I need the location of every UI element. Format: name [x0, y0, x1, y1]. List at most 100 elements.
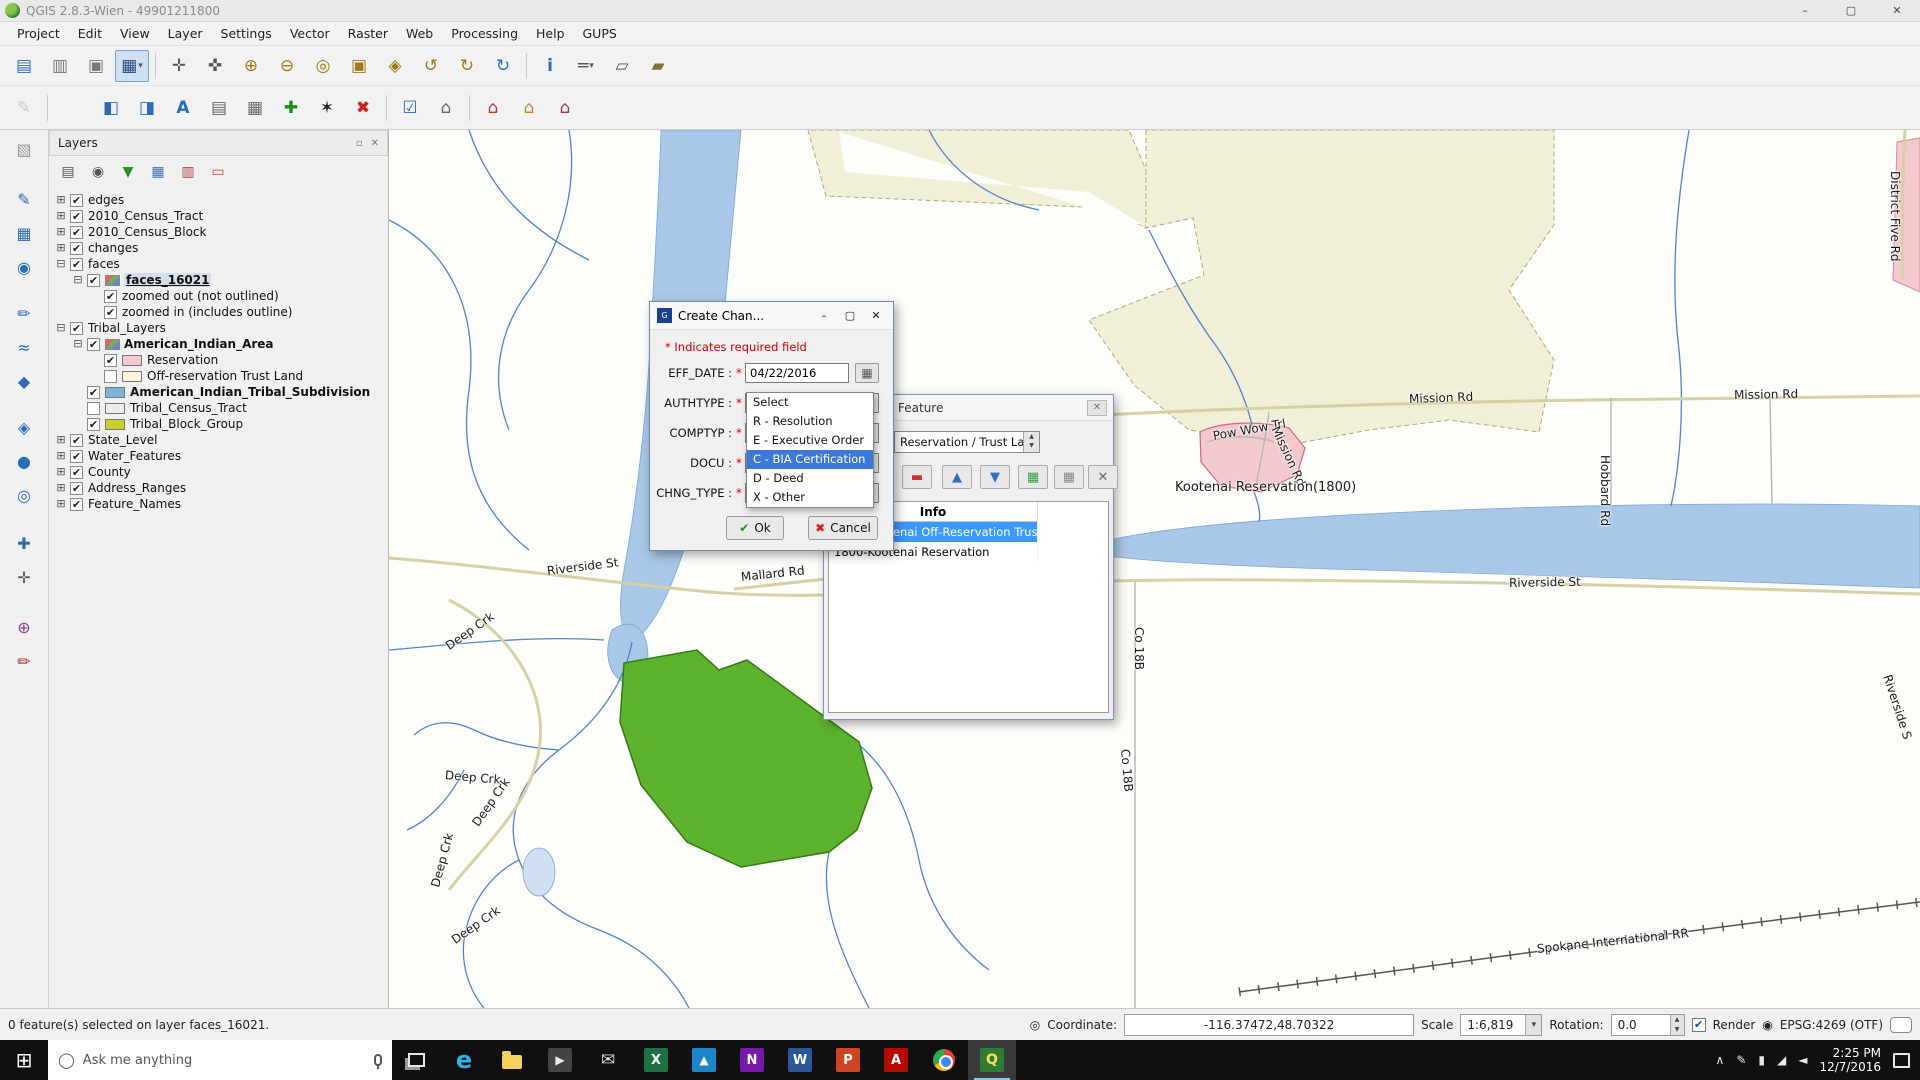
expander-icon[interactable]: ⊞	[55, 466, 67, 478]
layer-checkbox[interactable]: ✔	[70, 210, 83, 223]
qgis-icon[interactable]: Q	[968, 1040, 1016, 1080]
menu-vector[interactable]: Vector	[281, 22, 339, 46]
add-ring-icon[interactable]: ●	[7, 446, 41, 476]
scale-dropdown-icon[interactable]: ▾	[1525, 1015, 1541, 1035]
offset-curve-icon[interactable]: ◆	[7, 366, 41, 396]
volume-icon[interactable]: ◄	[1798, 1053, 1807, 1067]
dialog-close-button[interactable]: ✕	[863, 309, 889, 322]
layer-item-changes[interactable]: ⊞✔changes	[49, 240, 389, 256]
epsg-icon[interactable]: ◉	[1762, 1018, 1772, 1032]
menu-web[interactable]: Web	[397, 22, 442, 46]
layer-checkbox[interactable]: ✔	[87, 338, 100, 351]
expander-icon[interactable]: ⊞	[55, 450, 67, 462]
scale-combo[interactable]: 1:6,819 ▾	[1460, 1014, 1542, 1036]
dropdown-option-r-resolution[interactable]: R - Resolution	[747, 412, 873, 431]
layer-checkbox[interactable]: ✔	[70, 466, 83, 479]
pen-icon[interactable]: ✎	[1736, 1053, 1746, 1067]
reshape-feature-icon[interactable]: ≈	[7, 332, 41, 362]
rotation-down-icon[interactable]: ▼	[1670, 1025, 1684, 1035]
layer-item-zoomed-out-not-outlined[interactable]: ✔zoomed out (not outlined)	[49, 288, 389, 304]
close-button[interactable]: ✕	[1874, 0, 1920, 22]
zoom-to-selection-icon[interactable]: ◈	[378, 50, 412, 82]
filter-legend-icon[interactable]: ▼	[115, 160, 141, 184]
expander-icon[interactable]: ⊞	[55, 226, 67, 238]
composer-manager-icon[interactable]: ▣	[79, 50, 113, 82]
chrome-icon[interactable]	[920, 1040, 968, 1080]
coordinate-input[interactable]: -116.37472,48.70322	[1124, 1014, 1414, 1036]
layer-item-tribal-block-group[interactable]: ✔Tribal_Block_Group	[49, 416, 389, 432]
menu-layer[interactable]: Layer	[159, 22, 212, 46]
snapping-icon[interactable]: ⊕	[7, 612, 41, 642]
add-group-icon[interactable]: ▤	[55, 160, 81, 184]
expander-icon[interactable]: ⊞	[55, 434, 67, 446]
dropdown-option-x-other[interactable]: X - Other	[747, 488, 873, 507]
feature-combo-spinner[interactable]: ▲▼	[1023, 432, 1039, 452]
refresh-icon[interactable]: ↻	[486, 50, 520, 82]
save-project-icon[interactable]: ▤	[7, 50, 41, 82]
paste-icon[interactable]: ▰	[641, 50, 675, 82]
file-explorer-icon[interactable]	[488, 1040, 536, 1080]
red-rectangle-tool-icon[interactable]: ▬	[902, 465, 932, 489]
dialog-maximize-button[interactable]: ▢	[837, 309, 863, 322]
dropdown-option-d-deed[interactable]: D - Deed	[747, 469, 873, 488]
cancel-button[interactable]: ✖ Cancel	[808, 516, 878, 540]
dropdown-option-c-bia-certification[interactable]: C - BIA Certification	[747, 450, 873, 469]
calendar-button[interactable]: ▦	[855, 363, 879, 383]
layer-checkbox[interactable]: ✔	[104, 290, 117, 303]
delete-feature-icon[interactable]: ✖	[346, 92, 380, 124]
start-button[interactable]: ⊞	[0, 1040, 48, 1080]
create-dialog-titlebar[interactable]: G Create Chan... – ▢ ✕	[650, 302, 893, 330]
layer-item-state-level[interactable]: ⊞✔State_Level	[49, 432, 389, 448]
fill-ring-icon[interactable]: ◎	[7, 480, 41, 510]
expander-icon[interactable]: ⊟	[55, 258, 67, 270]
minimize-button[interactable]: –	[1782, 0, 1828, 22]
battery-icon[interactable]: ▮	[1758, 1053, 1765, 1067]
copy-icon[interactable]: ▱	[605, 50, 639, 82]
layer-item-2010-census-tract[interactable]: ⊞✔2010_Census_Tract	[49, 208, 389, 224]
new-composer-icon[interactable]: ▥	[43, 50, 77, 82]
digitize-circle-icon[interactable]: ◉	[7, 252, 41, 282]
layer-checkbox[interactable]: ✔	[104, 306, 117, 319]
menu-gups[interactable]: GUPS	[574, 22, 626, 46]
measure-angle-icon[interactable]: ✏	[7, 646, 41, 676]
delete-ring-icon[interactable]: ✚	[7, 528, 41, 558]
expander-icon[interactable]: ⊞	[55, 242, 67, 254]
layer-checkbox[interactable]: ✔	[70, 322, 83, 335]
open-table-icon[interactable]: ▦	[1018, 465, 1048, 489]
maximize-button[interactable]: ▢	[1828, 0, 1874, 22]
layer-checkbox[interactable]: ✔	[70, 258, 83, 271]
expander-icon[interactable]: ⊞	[55, 210, 67, 222]
layer-checkbox[interactable]: ✔	[70, 242, 83, 255]
layer-item-water-features[interactable]: ⊞✔Water_Features	[49, 448, 389, 464]
split-feature-icon[interactable]: ✶	[310, 92, 344, 124]
expander-icon[interactable]: ⊞	[55, 498, 67, 510]
select-by-rectangle-icon[interactable]: ▦▾	[115, 50, 149, 82]
taskbar-search[interactable]: ◯ Ask me anything	[48, 1040, 392, 1080]
menu-edit[interactable]: Edit	[69, 22, 111, 46]
task-view-button[interactable]	[392, 1040, 440, 1080]
layer-item-zoomed-in-includes-outline[interactable]: ✔zoomed in (includes outline)	[49, 304, 389, 320]
expander-icon[interactable]: ⊟	[72, 338, 84, 350]
label-icon[interactable]: A	[166, 92, 200, 124]
expander-icon[interactable]: ⊟	[55, 322, 67, 334]
layer-checkbox[interactable]: ✔	[70, 226, 83, 239]
collapse-all-icon[interactable]: ▥	[175, 160, 201, 184]
field-calculator-icon[interactable]: ▦	[238, 92, 272, 124]
layer-checkbox[interactable]: ✔	[70, 498, 83, 511]
move-down-icon[interactable]: ▼	[980, 465, 1010, 489]
layer-item-tribal-census-tract[interactable]: Tribal_Census_Tract	[49, 400, 389, 416]
zoom-native-icon[interactable]: ◎	[306, 50, 340, 82]
remove-layer-icon[interactable]: ▭	[205, 160, 231, 184]
feature-type-combo[interactable]: Reservation / Trust Land ▲▼	[894, 431, 1040, 453]
onenote-icon[interactable]: N	[728, 1040, 776, 1080]
measure-icon[interactable]: ═▾	[569, 50, 603, 82]
render-checkbox[interactable]: ✔	[1692, 1018, 1706, 1032]
chevron-up-icon[interactable]: ∧	[1716, 1053, 1725, 1067]
edit-pencil-icon[interactable]: ✎	[7, 92, 41, 124]
coordinate-icon[interactable]: ◎	[1030, 1018, 1040, 1032]
edit-vertex-icon[interactable]: ✏	[7, 298, 41, 328]
layer-checkbox[interactable]: ✔	[87, 274, 100, 287]
move-up-icon[interactable]: ▲	[942, 465, 972, 489]
excel-icon[interactable]: X	[632, 1040, 680, 1080]
photos-icon[interactable]: ▲	[680, 1040, 728, 1080]
